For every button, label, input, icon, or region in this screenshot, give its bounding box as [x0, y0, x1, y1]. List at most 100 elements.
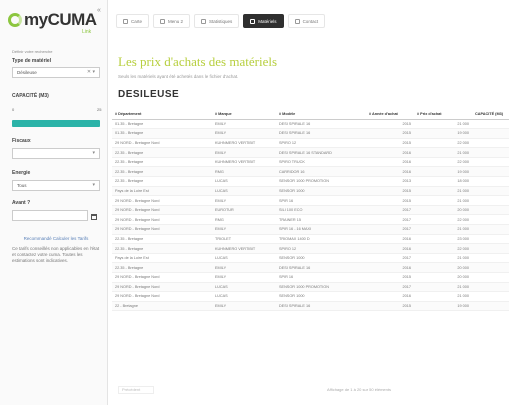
- app-subtitle: Link: [82, 29, 92, 35]
- table-row[interactable]: 29 NORD - Bretagne Nord KUHNMERO VERTIBIT…: [112, 138, 509, 149]
- table-cell: 19 000: [414, 301, 472, 312]
- table-row[interactable]: 01.35 - Bretagne EMILY DESI SPIRALE 16 2015…: [112, 119, 509, 130]
- tractor-icon: [250, 18, 256, 24]
- fiscal-label: Fiscaux: [12, 138, 31, 144]
- calendar-icon[interactable]: [91, 214, 97, 220]
- tab-statistiques[interactable]: Statistiques: [194, 14, 240, 28]
- table-cell: 16: [472, 186, 509, 197]
- table-row[interactable]: 29 NORD - Bretagne Nord RMG TRAINER 15 2017…: [112, 214, 509, 226]
- table-cell: LUCAS: [212, 176, 276, 187]
- tab-label: Menu 2: [168, 18, 184, 24]
- table-cell: 21 000: [414, 224, 472, 235]
- table-row[interactable]: Pays de la Loire Est LUCAS SENSOR 1000 2017…: [112, 253, 509, 264]
- table-row[interactable]: 22.35 - Bretagne KUHNMERO VERTIBIT SPIRO T…: [112, 157, 509, 168]
- table-cell: 22.35 - Bretagne: [112, 262, 212, 273]
- table-cell: 01.35 - Bretagne: [112, 119, 212, 130]
- table-cell: 01.35 - Bretagne: [112, 128, 212, 139]
- tab-materiels[interactable]: Matériels: [243, 14, 284, 28]
- table-row[interactable]: 22.35 - Bretagne RMG CARRIDOR 16 2016 19 000: [112, 166, 509, 178]
- section-title: DESILEUSE: [118, 89, 180, 100]
- column-header-capacite[interactable]: CAPACITÉ (M3): [472, 110, 509, 120]
- app-logo[interactable]: myCUMA: [8, 10, 97, 30]
- table-cell: 22 000: [414, 157, 472, 168]
- table-cell: 2015: [366, 186, 414, 197]
- table-cell: [472, 282, 509, 293]
- column-header-annee[interactable]: # Année d'achat: [366, 110, 414, 120]
- table-cell: [472, 176, 509, 187]
- table-cell: 2016: [366, 166, 414, 178]
- table-cell: 18 000: [414, 176, 472, 187]
- fiscal-select[interactable]: ▾: [12, 148, 100, 159]
- table-cell: 22.35 - Bretagne: [112, 234, 212, 245]
- table-cell: 2017: [366, 282, 414, 293]
- table-cell: 29 NORD - Bretagne Nord: [112, 282, 212, 293]
- table-cell: 21 000: [414, 291, 472, 302]
- table-cell: EMILY: [212, 128, 276, 139]
- tab-carte[interactable]: Carte: [116, 14, 150, 28]
- type-label: Type de matériel: [12, 58, 52, 64]
- table-cell: 23 000: [414, 234, 472, 245]
- table-cell: 21 000: [414, 282, 472, 293]
- table-cell: LUCAS: [212, 282, 276, 293]
- table-cell: EMILY: [212, 195, 276, 206]
- table-row[interactable]: 22.35 - Bretagne LUCAS SENSOR 1000 PROMOTI…: [112, 176, 509, 187]
- recommended-link[interactable]: Recommandé Calculer les Tarifs: [12, 236, 100, 241]
- table-row[interactable]: 29 NORD - Bretagne Nord LUCAS SENSOR 1000 …: [112, 282, 509, 293]
- search-hint: Définir votre recherche: [12, 49, 53, 54]
- table-cell: SENSOR 1000: [276, 186, 366, 197]
- table-cell: 21 000: [414, 195, 472, 206]
- table-cell: SENSOR 1000 PROMOTION: [276, 176, 366, 187]
- table-cell: TRIOLET: [212, 234, 276, 245]
- table-row[interactable]: 29 NORD - Bretagne Nord EMILY SPIR 16 2015 2…: [112, 195, 509, 206]
- column-header-departement[interactable]: # Département: [112, 110, 212, 120]
- capacity-label: CAPACITÉ (M3): [12, 93, 49, 99]
- table-cell: 22 - Bretagne: [112, 301, 212, 312]
- table-cell: 22.35 - Bretagne: [112, 243, 212, 254]
- table-row[interactable]: 29 NORD - Bretagne Nord LUCAS SENSOR 1000 2…: [112, 291, 509, 302]
- table-row[interactable]: 29 NORD - Bretagne Nord EUROTUR SILI 100 E…: [112, 205, 509, 216]
- table-row[interactable]: 22 - Bretagne EMILY DESI SPIRALE 16 2015 19 …: [112, 301, 509, 312]
- table-cell: DESI SPIRALE 16: [276, 262, 366, 273]
- column-header-marque[interactable]: # Marque: [212, 110, 276, 120]
- table-row[interactable]: 29 NORD - Bretagne Nord EMILY SPIR 16 - 16…: [112, 224, 509, 235]
- table-cell: 29 NORD - Bretagne Nord: [112, 214, 212, 226]
- table-cell: EMILY: [212, 301, 276, 312]
- table-cell: [472, 234, 509, 245]
- collapse-sidebar-icon[interactable]: «: [95, 6, 103, 16]
- tab-label: Carte: [131, 18, 143, 24]
- table-cell: KUHNMERO VERTIBIT: [212, 138, 276, 149]
- table-cell: SPIR 16: [276, 272, 366, 283]
- logo-icon: [8, 13, 22, 27]
- capacity-slider[interactable]: [12, 120, 100, 127]
- energy-label: Energie: [12, 170, 31, 176]
- prices-table: # Département # Marque # Modèle # Année …: [112, 110, 509, 312]
- table-row[interactable]: 29 NORD - Bretagne Nord EMILY SPIR 16 2015 2…: [112, 272, 509, 283]
- type-select[interactable]: Désileuse ✕ ▾: [12, 67, 100, 78]
- pagination-previous-button[interactable]: Précédent: [118, 386, 154, 394]
- date-label: Avant ?: [12, 200, 31, 206]
- column-header-modele[interactable]: # Modèle: [276, 110, 366, 120]
- table-cell: 2016: [366, 262, 414, 273]
- table-row[interactable]: 01.35 - Bretagne EMILY DESI SPIRALE 16 2015…: [112, 128, 509, 139]
- slider-max-label: 25: [97, 107, 102, 112]
- date-input[interactable]: [12, 210, 88, 221]
- tab-menu[interactable]: Menu 2: [153, 14, 191, 28]
- table-cell: 2013: [366, 176, 414, 187]
- table-cell: 2016: [366, 243, 414, 254]
- table-row[interactable]: 22.35 - Bretagne KUHNMERO VERTIBIT SPIRO 1…: [112, 243, 509, 254]
- table-cell: RMG: [212, 214, 276, 226]
- table-row[interactable]: 22.35 - Bretagne TRIOLET TRIOMAX 1400 D 201…: [112, 234, 509, 245]
- map-icon: [123, 18, 128, 24]
- table-row[interactable]: 22.35 - Bretagne EMILY DESI SPIRALE 16 STA…: [112, 147, 509, 158]
- table-cell: [472, 166, 509, 178]
- table-cell: 2016: [366, 157, 414, 168]
- table-cell: SENSOR 1000: [276, 291, 366, 302]
- table-cell: Pays de la Loire Est: [112, 253, 212, 264]
- column-header-prix[interactable]: # Prix d'achat: [414, 110, 472, 120]
- disclaimer-note: Ce tarifs conseillés non applicables en …: [12, 246, 100, 263]
- table-row[interactable]: Pays de la Loire Est LUCAS SENSOR 1000 2015…: [112, 186, 509, 197]
- table-cell: 16: [472, 253, 509, 264]
- energy-select[interactable]: Tous ▾: [12, 180, 100, 191]
- tab-contact[interactable]: Contact: [287, 14, 326, 28]
- table-row[interactable]: 22.35 - Bretagne EMILY DESI SPIRALE 16 2016…: [112, 262, 509, 273]
